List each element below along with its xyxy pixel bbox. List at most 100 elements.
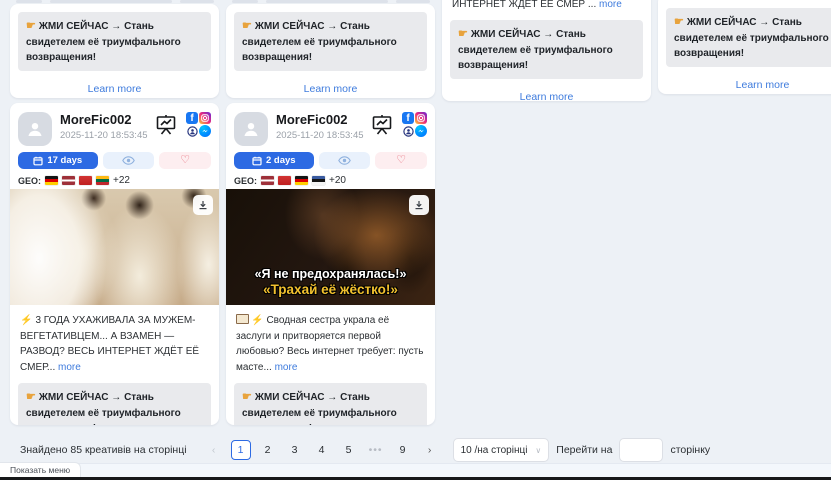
- flag-latvia-icon: [62, 176, 75, 185]
- cut-card-remnant: [16, 0, 42, 3]
- cut-card-remnant: [266, 0, 388, 3]
- cta-banner: ☛ЖМИ СЕЙЧАС → Стань свидетелем её триумф…: [18, 383, 211, 425]
- card-header: MoreFic002 2025-11-20 18:53:45 f: [226, 103, 435, 150]
- cut-card-remnant: [232, 0, 258, 3]
- pointing-hand-icon: ☛: [242, 391, 252, 403]
- page-button-5[interactable]: 5: [339, 440, 359, 460]
- ad-text: ⚡Сводная сестра украла её заслуги и прит…: [226, 305, 435, 381]
- next-page-button[interactable]: ›: [420, 440, 440, 460]
- goto-page-label: Перейти на: [556, 444, 612, 456]
- footer-bar: [0, 463, 831, 478]
- image-caption-line1: «Я не предохранялась!»: [226, 267, 435, 281]
- image-caption-line2: «Трахай её жёстко!»: [226, 282, 435, 297]
- ad-creative-image[interactable]: «Я не предохранялась!» «Трахай её жёстко…: [226, 189, 435, 305]
- cta-banner: ☛ЖМИ СЕЙЧАС → Стань свидетелем её триумф…: [234, 12, 427, 71]
- card-header: MoreFic002 2025-11-20 18:53:45 f: [10, 103, 219, 150]
- flag-latvia-icon: [261, 176, 274, 185]
- pointing-hand-icon: ☛: [458, 28, 468, 40]
- favorite-heart-button[interactable]: ♡: [159, 152, 211, 169]
- avatar: [18, 112, 52, 146]
- instagram-icon: [199, 112, 211, 124]
- geo-row: GEO: +22: [10, 171, 219, 189]
- creative-card: MoreFic002 2025-11-20 18:53:45 f 17 days…: [10, 103, 219, 425]
- cut-card-remnant: [396, 0, 430, 3]
- pointing-hand-icon: ☛: [242, 20, 252, 32]
- facebook-icon: f: [402, 112, 414, 124]
- learn-more-link[interactable]: Learn more: [10, 79, 219, 99]
- cta-banner: ☛ЖМИ СЕЙЧАС → Стань свидетелем её триумф…: [450, 20, 643, 79]
- creatives-board: ☛ЖМИ СЕЙЧАС → Стань свидетелем её триумф…: [0, 0, 831, 480]
- ad-text: ⚡3 ГОДА УХАЖИВАЛА ЗА МУЖЕМ-ВЕГЕТАТИВЦЕМ.…: [10, 305, 219, 381]
- timestamp: 2025-11-20 18:53:45: [276, 130, 370, 141]
- lightning-icon: ⚡: [20, 315, 32, 326]
- page-button-4[interactable]: 4: [312, 440, 332, 460]
- goto-page-suffix: сторінку: [670, 444, 710, 456]
- pagination-bar: Знайдено 85 креативів на сторінці ‹ 1 2 …: [0, 437, 831, 463]
- cta-banner-text: ЖМИ СЕЙЧАС → Стань свидетелем её триумфа…: [242, 392, 397, 425]
- profile-name[interactable]: MoreFic002: [276, 112, 370, 128]
- goto-page-input[interactable]: [619, 438, 663, 462]
- page-button-3[interactable]: 3: [285, 440, 305, 460]
- more-link[interactable]: more: [599, 0, 622, 10]
- profile-name[interactable]: MoreFic002: [60, 112, 154, 128]
- creative-card-cut: ☛ЖМИ СЕЙЧАС → Стань свидетелем её триумф…: [10, 4, 219, 98]
- learn-more-link[interactable]: Learn more: [658, 75, 831, 95]
- download-image-button[interactable]: [193, 195, 213, 215]
- cta-banner-text: ЖМИ СЕЙЧАС → Стань свидетелем её триумфа…: [26, 21, 181, 63]
- more-link[interactable]: more: [275, 362, 298, 373]
- geo-label: GEO:: [234, 176, 257, 186]
- creative-card: MoreFic002 2025-11-20 18:53:45 f 2 days …: [226, 103, 435, 425]
- days-active-button[interactable]: 17 days: [18, 152, 98, 169]
- ad-creative-image[interactable]: [10, 189, 219, 305]
- download-image-button[interactable]: [409, 195, 429, 215]
- placements: f: [186, 112, 211, 137]
- cta-banner-text: ЖМИ СЕЙЧАС → Стань свидетелем её триумфа…: [26, 392, 181, 425]
- card-actions: 17 days ♡: [10, 150, 219, 171]
- pages-ellipsis[interactable]: •••: [366, 440, 386, 460]
- timestamp: 2025-11-20 18:53:45: [60, 130, 154, 141]
- creative-card-cut: ☛ЖМИ СЕЙЧАС → Стань свидетелем её триумф…: [226, 4, 435, 98]
- chevron-down-icon: ∨: [535, 446, 541, 455]
- heart-icon: ♡: [396, 155, 406, 166]
- page-size-select[interactable]: 10 /на сторінці∨: [453, 438, 550, 462]
- flag-red-icon: [79, 176, 92, 185]
- creative-card-cut: ИНТЕРНЕТ ЖДЁТ ЕЁ СМЕР ... more ☛ЖМИ СЕЙЧ…: [442, 0, 651, 101]
- page-button-1[interactable]: 1: [231, 440, 251, 460]
- cta-banner-text: ЖМИ СЕЙЧАС → Стань свидетелем её триумфа…: [458, 29, 613, 71]
- cut-card-remnant: [50, 0, 172, 3]
- cta-banner: ☛ЖМИ СЕЙЧАС → Стань свидетелем её триумф…: [666, 8, 831, 67]
- page-button-2[interactable]: 2: [258, 440, 278, 460]
- preview-eye-button[interactable]: [319, 152, 371, 169]
- flag-germany-icon: [45, 176, 58, 185]
- results-summary: Знайдено 85 креативів на сторінці: [20, 444, 187, 456]
- page-button-9[interactable]: 9: [393, 440, 413, 460]
- stats-chart-icon[interactable]: [370, 113, 394, 137]
- avatar: [234, 112, 268, 146]
- flag-lithuania-icon: [96, 176, 109, 185]
- lightning-icon: ⚡: [251, 315, 263, 326]
- messenger-icon: [199, 125, 211, 137]
- pointing-hand-icon: ☛: [674, 16, 684, 28]
- messenger-icon: [415, 125, 427, 137]
- show-menu-button[interactable]: Показать меню: [0, 462, 81, 477]
- cta-banner-text: ЖМИ СЕЙЧАС → Стань свидетелем её триумфа…: [242, 21, 397, 63]
- days-active-button[interactable]: 2 days: [234, 152, 314, 169]
- pointing-hand-icon: ☛: [26, 391, 36, 403]
- flag-germany-icon: [295, 176, 308, 185]
- geo-more-count[interactable]: +22: [113, 175, 130, 186]
- stats-chart-icon[interactable]: [154, 113, 178, 137]
- card-actions: 2 days ♡: [226, 150, 435, 171]
- preview-eye-button[interactable]: [103, 152, 155, 169]
- learn-more-link[interactable]: Learn more: [226, 79, 435, 99]
- learn-more-link[interactable]: Learn more: [442, 87, 651, 102]
- ad-text-tail: ИНТЕРНЕТ ЖДЁТ ЕЁ СМЕР ... more: [442, 0, 651, 12]
- pointing-hand-icon: ☛: [26, 20, 36, 32]
- geo-more-count[interactable]: +20: [329, 175, 346, 186]
- book-icon: [236, 314, 249, 324]
- more-link[interactable]: more: [58, 362, 81, 373]
- cta-banner: ☛ЖМИ СЕЙЧАС → Стань свидетелем её триумф…: [18, 12, 211, 71]
- favorite-heart-button[interactable]: ♡: [375, 152, 427, 169]
- prev-page-button[interactable]: ‹: [204, 440, 224, 460]
- heart-icon: ♡: [180, 155, 190, 166]
- geo-row: GEO: +20: [226, 171, 435, 189]
